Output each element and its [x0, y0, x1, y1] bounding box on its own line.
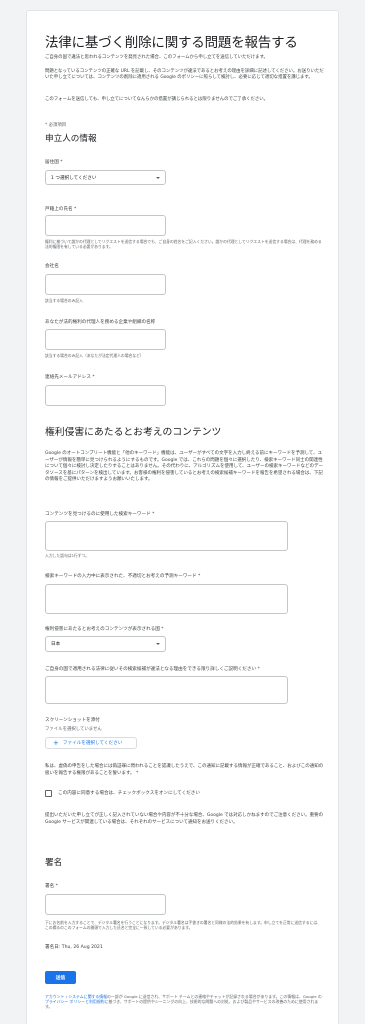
prediction-field[interactable] [45, 584, 288, 614]
signature-date: 署名日: Thu, 26 Aug 2021 [45, 945, 103, 950]
email-field[interactable] [45, 385, 166, 406]
submit-button[interactable]: 送信 [45, 971, 76, 984]
chevron-down-icon [156, 176, 160, 179]
prediction-label: 検索キーワードの入力中に表示された、不適切とお考えの予測キーワード * [45, 574, 201, 579]
agree-checkbox[interactable] [45, 790, 52, 797]
client-hint: 該当する場合のみ記入（あなたが法定代理人の場合など） [45, 353, 144, 358]
company-label: 会社名 [45, 264, 59, 269]
page-title: 法律に基づく削除に関する問題を報告する [45, 35, 298, 51]
privacy-policy-link[interactable]: プライバシー ポリシーと利用規約 [45, 999, 105, 1004]
required-note: * 必須項目 [45, 123, 67, 128]
query-label: コンテンツを見つけるのに使用した検索キーワード * [45, 512, 155, 517]
choose-file-button[interactable]: + ファイルを選択してください [45, 737, 137, 749]
intro-text-2: 問題となっているコンテンツの正確な URL を記載し、そのコンテンツが違法である… [45, 69, 324, 81]
content-description: Google のオートコンプリート機能と「他のキーワード」機能は、ユーザーがすべ… [45, 451, 324, 483]
country-shown-value: 日本 [51, 642, 61, 647]
submission-notice: 提出いただいた申し立てが正しく記入されていない場合や内容が不十分な場合、Goog… [45, 813, 324, 825]
intro-text-1: ご自身の国で違法と思われるコンテンツを発見された場合、このフォームから申し立てを… [45, 55, 268, 60]
choose-file-label: ファイルを選択してください [62, 741, 123, 746]
attestation-text: 私は、虚偽の申告をした場合には偽証罪に問われることを認識したうえで、この通知に記… [45, 764, 324, 776]
country-select[interactable]: 1 つ選択してください [45, 170, 166, 185]
name-hint: 権利に基づいて誰かの代理としてリクエストを送信する場合でも、ご自身の姓名をご記入… [45, 239, 322, 250]
company-hint: 該当する場合のみ記入 [45, 298, 83, 303]
country-select-value: 1 つ選択してください [51, 175, 97, 181]
form-card: 法律に基づく削除に関する問題を報告する ご自身の国で違法と思われるコンテンツを発… [26, 10, 339, 1024]
intro-text-3: このフォームを送信しても、申し立てについてなんらかの措置が講じられるとは限りませ… [45, 97, 269, 102]
requester-heading: 申立人の情報 [45, 134, 97, 144]
chevron-down-icon [156, 643, 160, 645]
agree-checkbox-label: この内容に同意する場合は、チェックボックスをオンにしてください [58, 791, 200, 796]
company-field[interactable] [45, 274, 166, 295]
country-shown-select[interactable]: 日本 [45, 636, 166, 652]
explain-label: ご自身の国で適用される法律に従いその検索候補が違法となる理由をできる限り詳しくご… [45, 667, 260, 672]
client-field[interactable] [45, 329, 166, 350]
country-shown-label: 権利侵害にあたるとお考えのコンテンツが表示される国 * [45, 627, 164, 632]
plus-icon: + [53, 738, 59, 747]
signature-hint: 下にお名前を入力することで、デジタル署名を行うことになります。デジタル署名は手書… [45, 920, 321, 931]
name-label: 戸籍上の氏名 * [45, 207, 77, 212]
footer-disclaimer: アカウント / システムに関する情報の一部が Google に送信され、サポート… [45, 994, 324, 1010]
signature-heading: 署名 [45, 858, 63, 868]
country-label: 居住国 * [45, 160, 63, 165]
query-hint: 入力した語句は1行ずつ。 [45, 553, 90, 558]
query-field[interactable] [45, 521, 288, 551]
screenshot-label: スクリーンショットを添付 [45, 718, 100, 723]
explain-field[interactable] [45, 676, 288, 704]
name-field[interactable] [45, 215, 166, 236]
email-label: 連絡先メールアドレス * [45, 375, 95, 380]
client-label: あなたが法的権利の代理人を務める企業や組織の名称 [45, 320, 156, 325]
content-heading: 権利侵害にあたるとお考えのコンテンツ [45, 427, 222, 438]
signature-label: 署名 * [45, 884, 58, 889]
screenshot-status: ファイルを選択していません [45, 727, 102, 732]
signature-field[interactable] [45, 894, 166, 915]
